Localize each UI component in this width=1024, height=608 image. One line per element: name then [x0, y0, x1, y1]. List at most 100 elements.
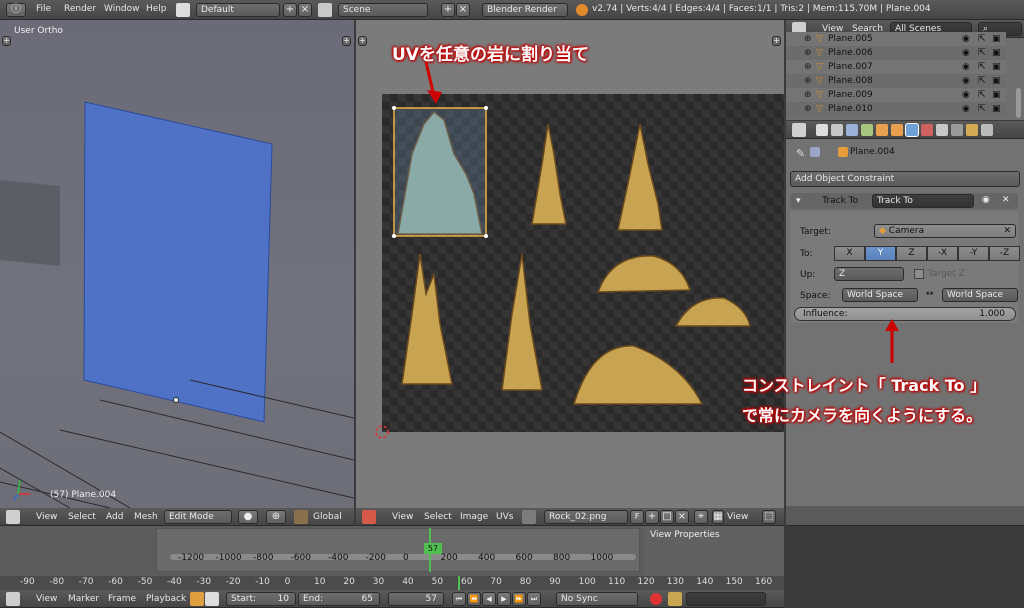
sync-mode-select[interactable]: No Sync [556, 592, 638, 606]
target-space-select[interactable]: World Space [942, 288, 1018, 302]
expand-icon[interactable]: ⊕ [804, 74, 812, 88]
collapse-icon[interactable]: ▾ [796, 196, 803, 206]
context-tab[interactable] [816, 124, 828, 136]
image-browse-icon[interactable] [522, 510, 536, 524]
cursor-icon[interactable]: ⇱ [978, 60, 986, 74]
unlink-image-button[interactable]: × [675, 510, 689, 524]
render-engine-select[interactable]: Blender Render [482, 3, 568, 17]
playback-button[interactable]: ⏪ [467, 592, 481, 606]
up-axis-select[interactable]: Z [834, 267, 904, 281]
menu-select[interactable]: Select [68, 510, 96, 524]
open-image-button[interactable]: □ [660, 510, 674, 524]
3d-viewport[interactable]: User Ortho + + (57) Plane.004 [0, 20, 354, 508]
expand-icon[interactable]: ⊕ [804, 32, 812, 46]
eye-icon[interactable]: ◉ [962, 60, 970, 74]
context-tab[interactable] [846, 124, 858, 136]
add-constraint-menu[interactable]: Add Object Constraint [790, 171, 1020, 187]
timeline-menu-playback[interactable]: Playback [146, 592, 186, 606]
shading-button[interactable]: ● [238, 510, 258, 524]
playback-button[interactable]: ⏮ [452, 592, 466, 606]
cursor-icon[interactable]: ⇱ [978, 74, 986, 88]
owner-space-select[interactable]: World Space [842, 288, 918, 302]
screen-layout-icon[interactable] [176, 3, 190, 17]
frame-ruler[interactable]: -90 -80 -70 -60 -50 -40 -30 -20 -10 0 10 20 30 40 50 60… [0, 576, 784, 590]
current-frame-field[interactable]: 57 [388, 592, 444, 606]
eye-icon[interactable]: ◉ [962, 46, 970, 60]
expand-icon[interactable]: ⊕ [804, 46, 812, 60]
axis-toggle[interactable]: -Z [989, 246, 1020, 261]
outliner[interactable]: ⊕ ▽ Plane.005 ◉ ⇱ ▣ ⊕ ▽ Plane.006 ◉ ⇱ ▣ ⊕ ▽ Plane.007 ◉… [786, 32, 1024, 120]
outliner-item[interactable]: ⊕ ▽ Plane.007 ◉ ⇱ ▣ [786, 60, 1006, 74]
eye-icon[interactable]: ◉ [982, 195, 990, 205]
manipulator-icon[interactable] [294, 510, 308, 524]
timeline-type-icon[interactable] [6, 592, 20, 606]
new-image-button[interactable]: + [645, 510, 659, 524]
clear-target-icon[interactable]: ✕ [1003, 225, 1011, 237]
properties-type-icon[interactable] [792, 123, 806, 137]
view-properties-panel[interactable]: View Properties [644, 526, 784, 576]
camera-render-icon[interactable]: ▣ [992, 32, 1001, 46]
constraint-name-field[interactable]: Track To [872, 194, 974, 208]
cursor-icon[interactable]: ⇱ [978, 46, 986, 60]
uv-menu-uvs[interactable]: UVs [496, 510, 513, 524]
cursor-icon[interactable]: ⇱ [978, 102, 986, 116]
editor-type-icon[interactable] [6, 510, 20, 524]
axis-toggle[interactable]: X [834, 246, 865, 261]
eye-icon[interactable]: ◉ [962, 102, 970, 116]
camera-render-icon[interactable]: ▣ [992, 88, 1001, 102]
expand-icon[interactable]: ⊕ [804, 102, 812, 116]
camera-render-icon[interactable]: ▣ [992, 74, 1001, 88]
end-frame-field[interactable]: End: 65 [298, 592, 380, 606]
uv-menu-view[interactable]: View [392, 510, 413, 524]
graph-region[interactable]: -1200 -1000 -800 -600 -400 -200 0 200 400 600 800 1… [0, 526, 784, 576]
uv-sync-button[interactable]: ⬚ [762, 510, 776, 524]
uv-menu-select[interactable]: Select [424, 510, 452, 524]
context-tab[interactable] [905, 123, 919, 137]
menu-add[interactable]: Add [106, 510, 123, 524]
info-editor-icon[interactable]: ⓘ [6, 3, 26, 17]
context-tab[interactable] [891, 124, 903, 136]
menu-window[interactable]: Window [104, 2, 140, 16]
keyset-icon[interactable] [668, 592, 682, 606]
timeline-menu-frame[interactable]: Frame [108, 592, 136, 606]
context-tab[interactable] [981, 124, 993, 136]
menu-help[interactable]: Help [146, 2, 167, 16]
scene-field[interactable]: Scene [338, 3, 428, 17]
uv-editor-type-icon[interactable] [362, 510, 376, 524]
menu-view[interactable]: View [36, 510, 57, 524]
context-tab[interactable] [936, 124, 948, 136]
outliner-item[interactable]: ⊕ ▽ Plane.005 ◉ ⇱ ▣ [786, 32, 1006, 46]
outliner-item[interactable]: ⊕ ▽ Plane.009 ◉ ⇱ ▣ [786, 88, 1006, 102]
uv-properties-toggle[interactable]: + [772, 36, 781, 46]
menu-render[interactable]: Render [64, 2, 96, 16]
axis-toggle[interactable]: Y [865, 246, 896, 261]
axis-toggle[interactable]: Z [896, 246, 927, 261]
axis-toggle[interactable]: -X [927, 246, 958, 261]
orientation-select[interactable]: Global [313, 510, 342, 524]
axis-toggle[interactable]: -Y [958, 246, 989, 261]
context-tab[interactable] [966, 124, 978, 136]
cursor-icon[interactable]: ⇱ [978, 88, 986, 102]
outliner-item[interactable]: ⊕ ▽ Plane.008 ◉ ⇱ ▣ [786, 74, 1006, 88]
context-tab[interactable] [861, 124, 873, 136]
remove-scene-button[interactable]: × [456, 3, 470, 17]
start-frame-field[interactable]: Start: 10 [226, 592, 296, 606]
context-tab[interactable] [921, 124, 933, 136]
eye-icon[interactable]: ◉ [962, 88, 970, 102]
timeline-menu-marker[interactable]: Marker [68, 592, 99, 606]
scene-icon[interactable] [318, 3, 332, 17]
pivot-button[interactable]: ⊕ [266, 510, 286, 524]
image-name-field[interactable]: Rock_02.png [544, 510, 628, 524]
current-frame-badge[interactable]: 57 [424, 543, 442, 554]
cursor-icon[interactable]: ⇱ [978, 32, 986, 46]
context-tab[interactable] [951, 124, 963, 136]
add-layout-button[interactable]: + [283, 3, 297, 17]
timeline-menu-view[interactable]: View [36, 592, 57, 606]
properties-editor[interactable]: ✎ Plane.004 Add Object Constraint ▾ Trac… [786, 121, 1024, 506]
pin-button[interactable]: ⌖ [694, 510, 708, 524]
context-tab[interactable] [876, 124, 888, 136]
target-z-checkbox[interactable] [914, 269, 924, 279]
expand-icon[interactable]: ⊕ [804, 88, 812, 102]
uv-menu-image[interactable]: Image [460, 510, 488, 524]
remove-constraint-icon[interactable]: ✕ [1002, 195, 1010, 205]
